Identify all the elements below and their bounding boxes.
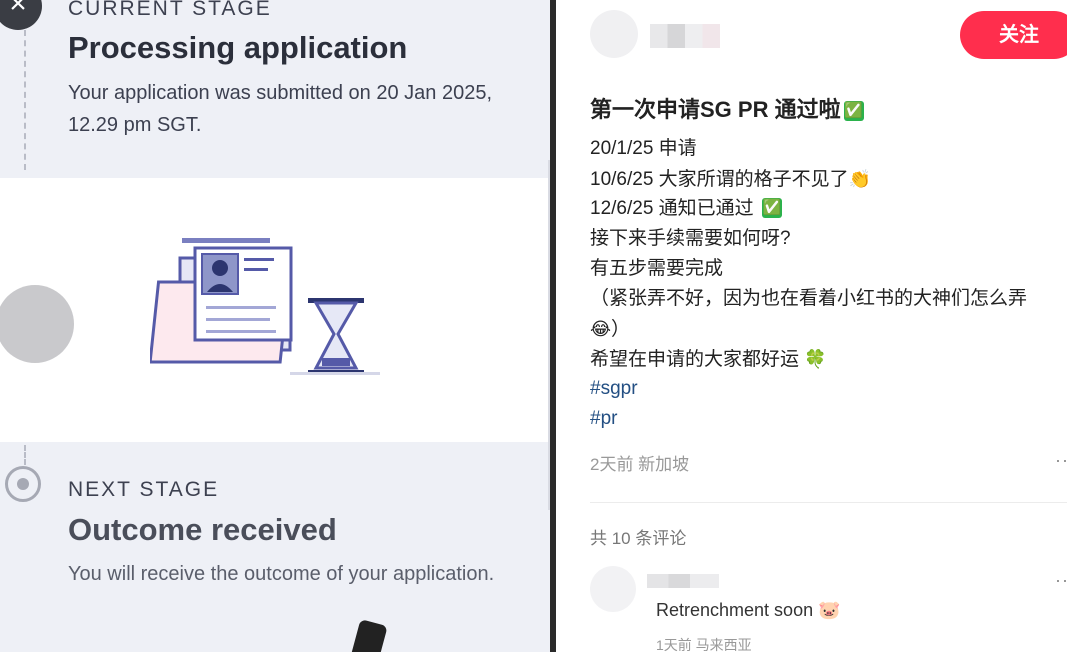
phone-corner: [350, 619, 388, 652]
post-line: 20/1/25 申请: [590, 138, 697, 159]
post-title-text: 第一次申请SG PR 通过啦: [590, 97, 841, 122]
laughing-face-icon: 😂: [590, 319, 612, 339]
check-mark-icon: ✅: [843, 101, 864, 121]
timeline-connector: [24, 30, 26, 170]
post-line: 有五步需要完成: [590, 258, 724, 279]
post-title: 第一次申请SG PR 通过啦 ✅: [590, 92, 864, 124]
follow-button[interactable]: 关注: [960, 11, 1067, 59]
post-line: 希望在申请的大家都好运 🍀: [590, 349, 827, 370]
comment-more-options-icon[interactable]: ··: [1055, 570, 1067, 591]
document-hourglass-illustration: [150, 238, 380, 375]
divider: [590, 502, 1067, 503]
next-stage-label: NEXT STAGE: [68, 478, 220, 501]
next-stage-description: You will receive the outcome of your app…: [68, 563, 495, 585]
author-avatar[interactable]: [590, 10, 638, 58]
next-stage-title: Outcome received: [68, 512, 337, 547]
post-line: （紧张弄不好，因为也在看着小红书的大神们怎么弄: [590, 288, 1028, 309]
current-stage-label: CURRENT STAGE: [68, 0, 272, 20]
application-status-screenshot: × CURRENT STAGE Processing application Y…: [0, 0, 556, 652]
current-stage-title: Processing application: [68, 30, 408, 65]
comments-count: 共 10 条评论: [590, 529, 687, 548]
check-mark-icon: ✅: [761, 198, 782, 218]
close-icon[interactable]: ×: [0, 0, 42, 30]
hashtag-link[interactable]: #sgpr: [590, 374, 1060, 404]
post-line: 12/6/25 通知已通过 ✅: [590, 198, 782, 219]
current-stage-description: Your application was submitted on 20 Jan…: [68, 82, 492, 136]
post-body: 20/1/25 申请 10/6/25 大家所谓的格子不见了👏 12/6/25 通…: [590, 134, 1060, 434]
four-leaf-clover-icon: 🍀: [804, 349, 827, 369]
author-name-blurred[interactable]: [650, 24, 720, 48]
hashtag-link[interactable]: #pr: [590, 404, 1060, 434]
timeline-connector: [24, 445, 26, 465]
next-stage-marker-icon: [5, 466, 41, 502]
comment-meta: 1天前 马来西亚: [656, 637, 752, 653]
post-line: 接下来手续需要如何呀?: [590, 228, 791, 249]
commenter-name-blurred[interactable]: [647, 574, 719, 588]
post-meta: 2天前 新加坡: [590, 455, 690, 474]
post-line: 😂）: [590, 319, 631, 340]
comment-text: Retrenchment soon 🐷: [656, 600, 841, 620]
commenter-avatar[interactable]: [590, 566, 636, 612]
more-options-icon[interactable]: ··: [1055, 450, 1067, 471]
pig-face-icon: 🐷: [818, 600, 841, 620]
clapping-hands-icon: 👏: [848, 169, 872, 189]
post-line: 10/6/25 大家所谓的格子不见了👏: [590, 169, 872, 190]
